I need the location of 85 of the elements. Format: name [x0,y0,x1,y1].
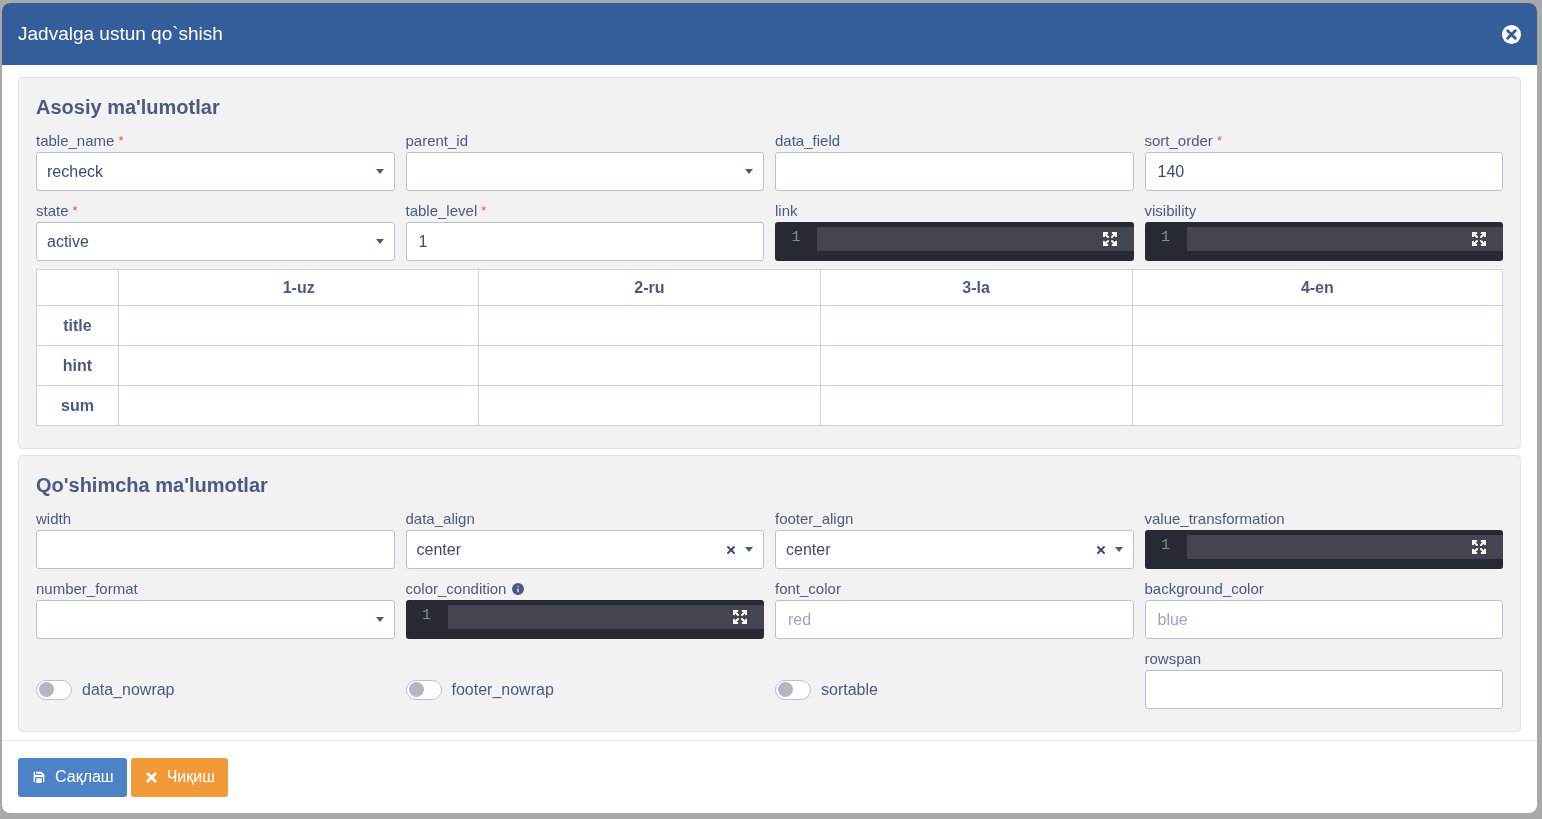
input-field[interactable] [1144,670,1503,709]
select-field[interactable]: center [775,530,1134,569]
toggle-switch[interactable] [405,679,442,700]
required-mark: * [118,132,124,151]
clear-icon[interactable] [1094,543,1107,556]
field-label: parent_id [405,130,469,151]
line-number: 1 [1160,228,1171,248]
code-editor[interactable]: 1 [1144,222,1503,261]
expand-icon[interactable] [1471,539,1487,555]
field-label: footer_align [775,508,854,529]
required-mark: * [72,202,78,221]
column-header: 2-ru [478,269,821,306]
expand-icon[interactable] [1101,231,1118,247]
select-field[interactable]: active [36,222,395,261]
input-field[interactable]: red [775,600,1134,639]
table-cell[interactable] [118,305,479,346]
expand-icon[interactable] [1471,231,1487,247]
field-label: rowspan [1144,648,1202,669]
toggle-label: sortable [821,679,878,700]
table-cell[interactable] [820,345,1133,386]
table-cell[interactable] [478,385,821,426]
table-cell[interactable] [820,385,1133,426]
field-label: color_condition [405,578,507,599]
line-number: 1 [790,228,802,248]
save-icon [31,769,47,785]
close-icon[interactable] [1502,24,1521,44]
dialog-title: Jadvalga ustun qo`shish [18,21,223,46]
input-field[interactable]: 1 [405,222,764,261]
field-label: width [36,508,72,529]
caret-icon [375,617,384,622]
expand-icon[interactable] [732,609,748,625]
table-cell[interactable] [1132,385,1503,426]
field-label: link [775,200,798,221]
field-label: data_field [775,130,841,151]
field-label: state [36,200,69,221]
row-header: hint [36,345,119,386]
caret-icon [745,547,753,552]
section-title: Asosiy ma'lumotlar [36,95,221,120]
table-cell[interactable] [1132,305,1503,346]
code-editor[interactable]: 1 [775,222,1134,261]
select-field[interactable]: recheck [36,152,395,191]
table-cell[interactable] [478,305,821,346]
input-field[interactable] [775,152,1134,191]
input-field[interactable]: blue [1144,600,1503,639]
field-label: table_name [36,130,115,151]
field-label: font_color [775,578,841,599]
row-header: title [36,305,119,346]
row-header: sum [36,385,119,426]
toggle-label: data_nowrap [82,679,175,700]
caret-icon [745,169,753,174]
toggle-switch[interactable] [36,679,72,700]
field-label: background_color [1144,578,1264,599]
column-header: 3-la [820,269,1133,306]
field-label: value_transformation [1144,508,1285,529]
save-button[interactable]: Сақлаш [18,757,127,797]
required-mark: * [1216,132,1222,151]
table-cell[interactable] [1132,345,1503,386]
code-editor[interactable]: 1 [405,600,764,639]
input-field[interactable]: 140 [1144,152,1503,191]
field-label: visibility [1144,200,1197,221]
select-field[interactable] [405,152,764,191]
line-number: 1 [421,606,432,626]
select-field[interactable]: center [405,530,764,569]
column-header: 4-en [1132,269,1503,306]
input-field[interactable] [36,530,395,569]
caret-icon [375,239,384,244]
table-cell[interactable] [820,305,1133,346]
section-title: Qo'shimcha ma'lumotlar [36,473,269,498]
select-field[interactable] [36,600,395,639]
toggle-switch[interactable] [775,679,811,700]
toggle-label: footer_nowrap [451,679,554,700]
table-cell[interactable] [118,385,479,426]
line-number: 1 [1160,536,1171,556]
table-cell[interactable] [118,345,479,386]
field-label: data_align [405,508,475,529]
caret-icon [375,169,384,174]
caret-icon [1114,547,1123,552]
code-editor[interactable]: 1 [1144,530,1503,569]
field-label: sort_order [1144,130,1213,151]
field-label: table_level [405,200,478,221]
field-label: number_format [36,578,138,599]
required-mark: * [481,202,487,221]
table-cell[interactable] [478,345,821,386]
clear-icon[interactable] [725,543,737,556]
column-header: 1-uz [118,269,479,306]
